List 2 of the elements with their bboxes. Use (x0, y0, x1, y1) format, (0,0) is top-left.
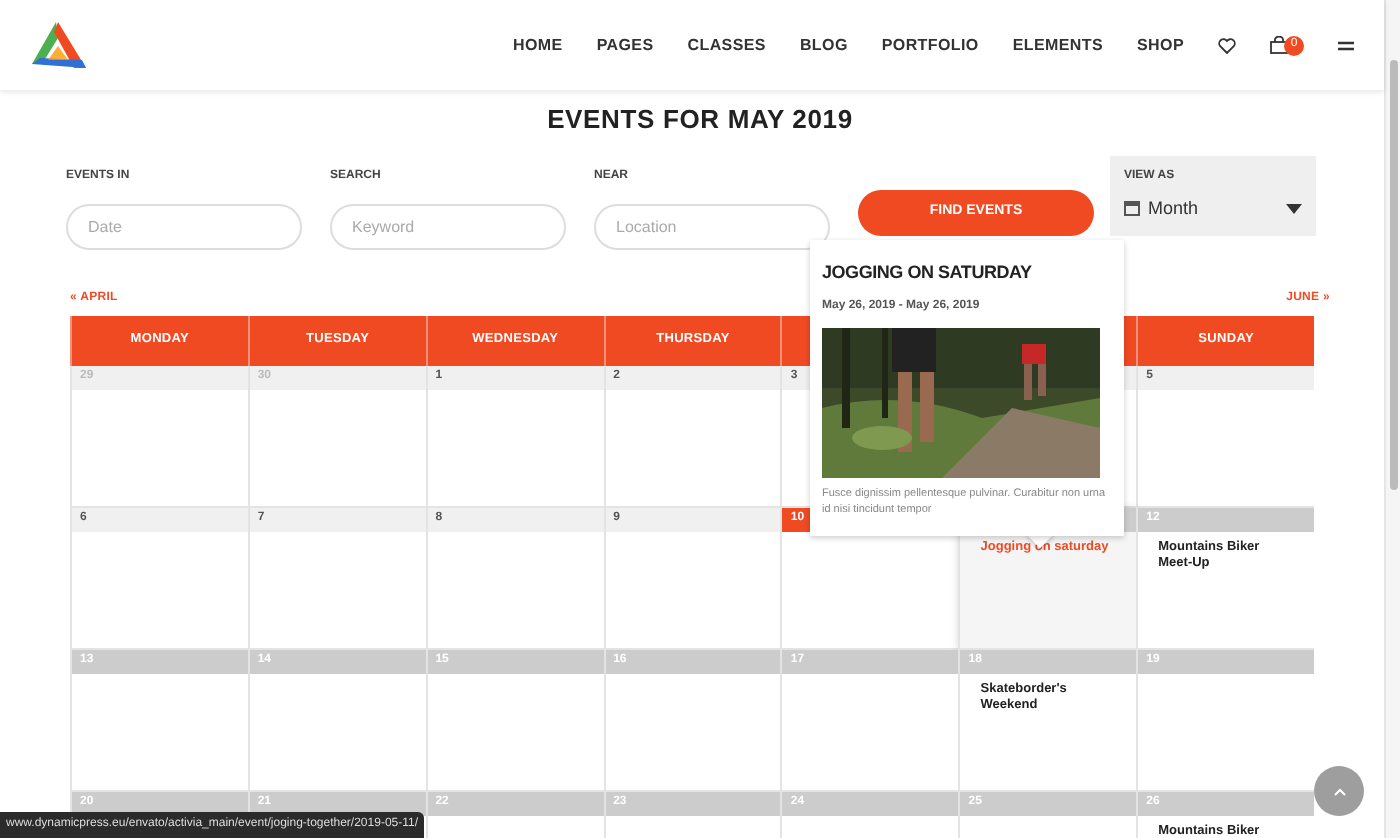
page-title: EVENTS FOR MAY 2019 (545, 102, 855, 138)
popup-title: JOGGING ON SATURDAY (822, 260, 1034, 286)
